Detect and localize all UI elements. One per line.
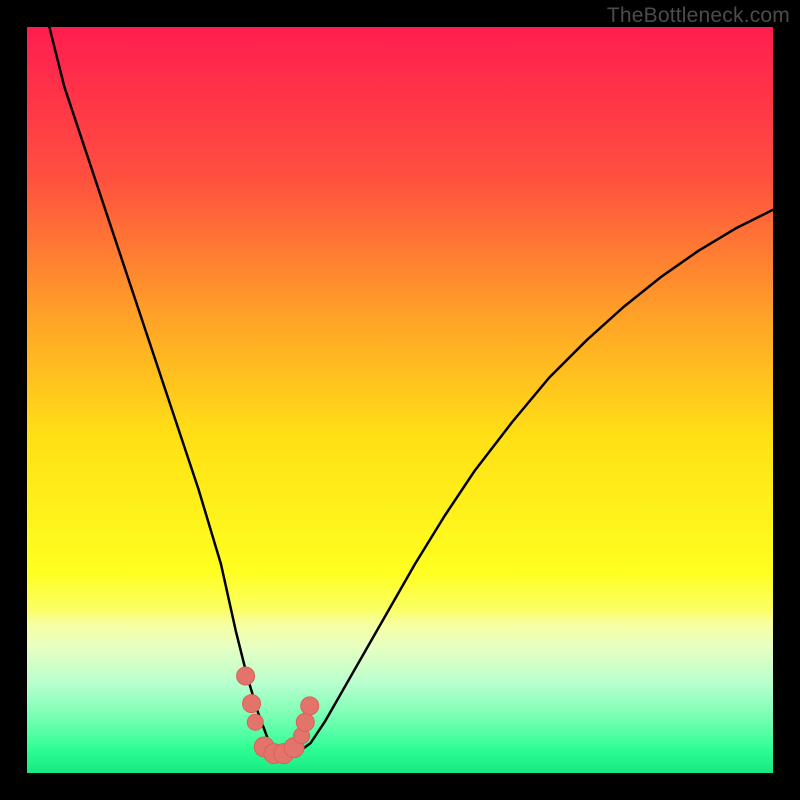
curve-marker [243,695,261,713]
watermark-text: TheBottleneck.com [607,4,790,28]
curve-marker [237,667,255,685]
bottleneck-curve [49,27,773,754]
chart-frame: TheBottleneck.com [0,0,800,800]
chart-svg [27,27,773,773]
curve-marker [301,697,319,715]
curve-marker [296,713,314,731]
curve-marker [247,714,263,730]
